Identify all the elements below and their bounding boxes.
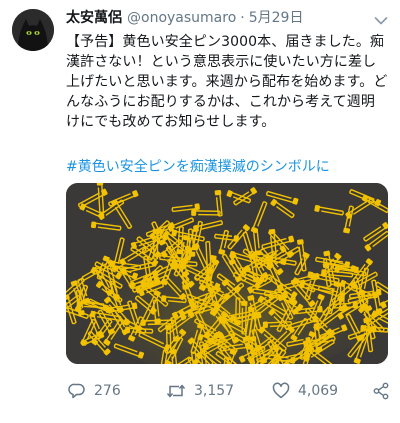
handle[interactable]: @onoyasumaro — [127, 10, 236, 26]
safety-pins-photo — [66, 183, 388, 364]
separator: · — [240, 10, 245, 26]
retweet-button[interactable]: 3,157 — [166, 380, 234, 402]
tweet-actions: 276 3,157 4,069 — [66, 380, 396, 402]
tweet-text: 【予告】黄色い安全ピン3000本、届きました。痴漢許さない！という意思表示に使い… — [66, 34, 388, 130]
heart-icon — [272, 382, 290, 399]
black-cat-avatar-image — [12, 9, 54, 51]
display-name[interactable]: 太安萬侶 — [66, 10, 122, 26]
share-icon — [373, 382, 389, 400]
like-button[interactable]: 4,069 — [272, 380, 338, 402]
tweet-date[interactable]: 5月29日 — [249, 10, 304, 26]
tweet[interactable]: 太安萬侶 @onoyasumaro · 5月29日 【予告】黄色い安全ピン3000本、… — [0, 0, 400, 423]
share-button[interactable] — [372, 380, 390, 402]
reply-icon — [68, 383, 85, 399]
tweet-header: 太安萬侶 @onoyasumaro · 5月29日 — [66, 9, 366, 27]
reply-count: 276 — [94, 383, 121, 399]
chevron-down-icon[interactable] — [374, 11, 388, 25]
like-count: 4,069 — [298, 383, 339, 399]
reply-button[interactable]: 276 — [68, 380, 121, 402]
retweet-icon — [166, 384, 186, 398]
hashtag-link[interactable]: #黄色い安全ピンを痴漢撲滅のシンボルに — [66, 157, 388, 177]
tweet-photo[interactable] — [66, 183, 388, 364]
avatar[interactable] — [12, 9, 54, 51]
retweet-count: 3,157 — [194, 383, 235, 399]
